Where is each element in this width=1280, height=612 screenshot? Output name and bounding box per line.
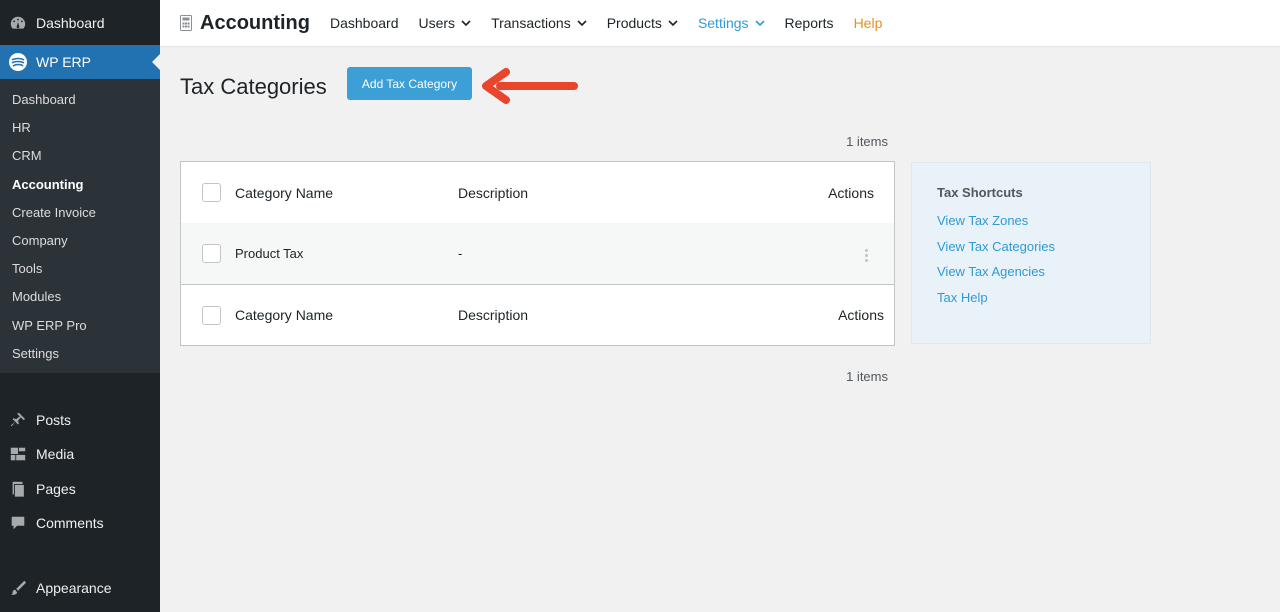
sidebar-item-label: Comments [36, 515, 104, 531]
table-row[interactable]: Product Tax - [181, 223, 894, 285]
nav-reports[interactable]: Reports [785, 15, 834, 31]
items-count-bottom: 1 items [846, 369, 888, 384]
submenu-item-modules[interactable]: Modules [0, 283, 160, 311]
sidebar-item-label: Appearance [36, 580, 112, 596]
nav-label: Transactions [491, 15, 571, 31]
chevron-down-icon [754, 19, 765, 27]
row-checkbox[interactable] [202, 244, 221, 263]
admin-sidebar: Dashboard WP ERP Dashboard HR CRM Accoun… [0, 0, 160, 612]
sidebar-item-label: WP ERP [36, 54, 91, 70]
sidebar-item-dashboard[interactable]: Dashboard [0, 0, 160, 45]
top-navigation: Dashboard Users Transactions Products Se… [330, 15, 902, 31]
sidebar-item-label: Pages [36, 481, 76, 497]
submenu-item-company[interactable]: Company [0, 227, 160, 255]
nav-label: Help [853, 15, 883, 31]
link-tax-help[interactable]: Tax Help [937, 285, 1125, 311]
tax-categories-table: Category Name Description Actions Produc… [180, 161, 895, 346]
page-title-accounting: Accounting [200, 11, 310, 34]
chevron-down-icon [577, 19, 587, 27]
comment-bubble-icon [8, 513, 28, 533]
pushpin-icon [8, 410, 28, 430]
submenu-item-dashboard[interactable]: Dashboard [0, 86, 160, 114]
category-name-cell[interactable]: Product Tax [235, 246, 303, 261]
nav-label: Products [606, 15, 662, 31]
sidebar-item-label: Posts [36, 412, 72, 428]
nav-transactions[interactable]: Transactions [491, 15, 587, 31]
sidebar-item-appearance[interactable]: Appearance [0, 571, 160, 605]
sidebar-item-wp-erp[interactable]: WP ERP [0, 45, 160, 79]
column-footer-actions: Actions [838, 307, 884, 323]
submenu-item-tools[interactable]: Tools [0, 255, 160, 283]
submenu-item-settings[interactable]: Settings [0, 340, 160, 368]
chevron-down-icon [461, 19, 471, 27]
sidebar-item-media[interactable]: Media [0, 437, 160, 471]
table-footer-row: Category Name Description Actions [181, 285, 894, 345]
sidebar-item-posts[interactable]: Posts [0, 403, 160, 437]
select-all-checkbox-footer[interactable] [202, 305, 221, 325]
shortcuts-title: Tax Shortcuts [937, 185, 1023, 200]
row-actions-kebab-icon[interactable] [865, 249, 868, 262]
submenu-item-crm[interactable]: CRM [0, 142, 160, 170]
media-icon [8, 444, 28, 464]
link-view-tax-categories[interactable]: View Tax Categories [937, 234, 1125, 260]
nav-dashboard[interactable]: Dashboard [330, 15, 399, 31]
wp-erp-logo-icon [8, 52, 28, 72]
column-header-category-name[interactable]: Category Name [235, 185, 333, 201]
nav-label: Dashboard [330, 15, 399, 31]
nav-label: Reports [784, 15, 834, 31]
select-all-checkbox[interactable] [202, 183, 221, 202]
sidebar-item-pages[interactable]: Pages [0, 472, 160, 506]
sidebar-item-comments[interactable]: Comments [0, 506, 160, 540]
tax-shortcuts-panel: Tax Shortcuts View Tax Zones View Tax Ca… [911, 162, 1151, 344]
sidebar-item-label: Dashboard [36, 14, 105, 31]
submenu-item-accounting[interactable]: Accounting [0, 171, 160, 199]
dashboard-icon [8, 13, 28, 33]
link-view-tax-zones[interactable]: View Tax Zones [937, 208, 1125, 234]
nav-products[interactable]: Products [607, 15, 678, 31]
column-footer-description: Description [458, 307, 529, 323]
submenu-item-create-invoice[interactable]: Create Invoice [0, 199, 160, 227]
sidebar-item-label: Media [36, 446, 75, 462]
column-header-actions: Actions [828, 184, 874, 201]
table-header-row: Category Name Description Actions [181, 162, 894, 223]
chevron-down-icon [668, 19, 678, 27]
accounting-brand: Accounting [180, 12, 310, 35]
nav-help[interactable]: Help [854, 15, 883, 31]
sidebar-submenu: Dashboard HR CRM Accounting Create Invoi… [0, 79, 160, 373]
pages-icon [8, 479, 28, 499]
column-footer-category-name[interactable]: Category Name [235, 307, 333, 323]
page-title: Tax Categories [180, 74, 327, 99]
add-tax-category-button[interactable]: Add Tax Category [347, 67, 472, 100]
submenu-item-wp-erp-pro[interactable]: WP ERP Pro [0, 312, 160, 340]
nav-label: Users [418, 15, 456, 31]
nav-settings[interactable]: Settings [698, 15, 765, 31]
nav-label: Settings [697, 15, 749, 31]
submenu-item-hr[interactable]: HR [0, 114, 160, 142]
nav-users[interactable]: Users [419, 15, 472, 31]
paintbrush-icon [8, 578, 28, 598]
red-arrow-annotation-icon [474, 66, 578, 111]
column-header-description: Description [458, 184, 529, 201]
description-cell: - [458, 246, 463, 261]
calculator-icon [180, 15, 192, 31]
link-view-tax-agencies[interactable]: View Tax Agencies [937, 259, 1125, 285]
accounting-topbar: Accounting Dashboard Users Transactions … [160, 0, 1280, 47]
items-count-top: 1 items [846, 134, 888, 149]
